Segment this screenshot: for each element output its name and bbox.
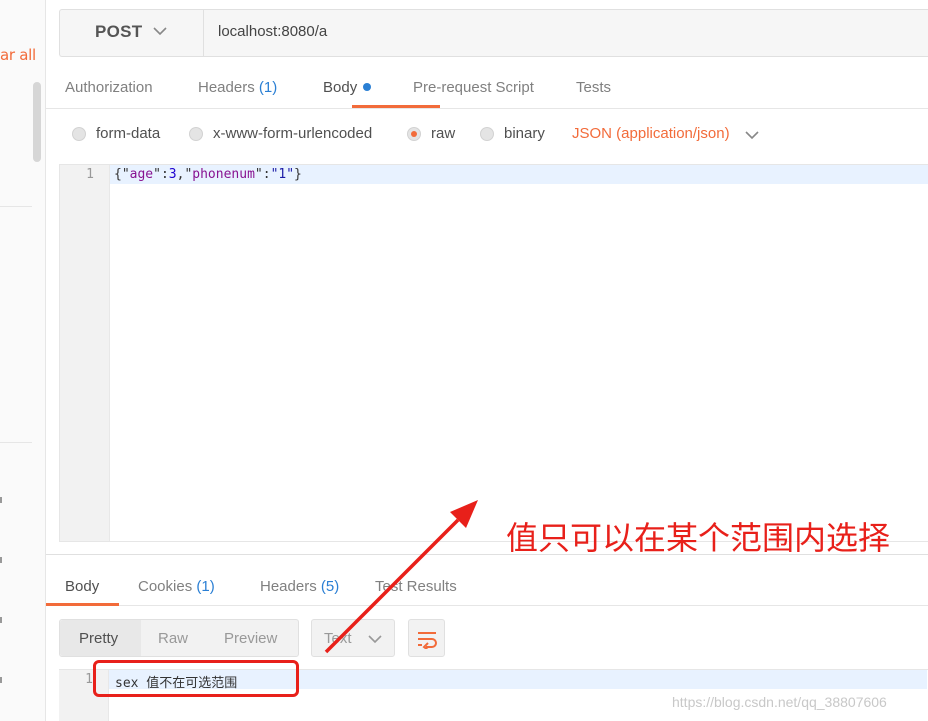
request-body-editor[interactable]: 1 {"age":3,"phonenum":"1"} <box>59 164 928 542</box>
format-pretty-button[interactable]: Pretty <box>79 630 118 647</box>
clear-all-link[interactable]: ar all <box>0 46 36 64</box>
editor-gutter: 1 <box>60 165 110 541</box>
tab-tests[interactable]: Tests <box>576 79 611 96</box>
view-type-label: Text <box>324 630 352 647</box>
url-input[interactable]: localhost:8080/a <box>218 23 327 40</box>
sidebar-history-item[interactable] <box>0 617 2 623</box>
view-type-select[interactable]: Text <box>311 619 395 657</box>
active-tab-indicator <box>352 105 440 108</box>
cookies-count: (1) <box>196 578 215 595</box>
body-modified-dot-icon <box>363 83 372 91</box>
body-type-selector: form-data x-www-form-urlencoded raw bina… <box>46 115 928 155</box>
request-url-bar: POST localhost:8080/a <box>59 9 928 57</box>
format-raw-button[interactable]: Raw <box>158 630 188 647</box>
tab-authorization[interactable]: Authorization <box>65 79 153 96</box>
content-type-select[interactable]: JSON (application/json) <box>572 125 730 142</box>
sidebar-history-item[interactable] <box>0 497 2 503</box>
wrap-icon <box>418 632 437 649</box>
line-number: 1 <box>86 167 94 182</box>
chevron-down-icon <box>153 27 167 36</box>
chevron-down-icon <box>368 635 382 644</box>
method-label: POST <box>95 22 143 41</box>
watermark: https://blog.csdn.net/qq_38807606 <box>672 694 887 710</box>
radio-circle-icon <box>72 126 86 141</box>
radio-circle-icon <box>189 126 203 141</box>
sidebar-history-item[interactable] <box>0 677 2 683</box>
wrap-lines-button[interactable] <box>408 619 445 657</box>
chevron-down-icon[interactable] <box>744 127 760 143</box>
line-number: 1 <box>85 672 93 687</box>
headers-count: (1) <box>258 79 278 96</box>
radio-circle-icon <box>480 126 494 141</box>
sidebar-history-item[interactable] <box>0 557 2 563</box>
resp-tab-headers[interactable]: Headers (5) <box>260 578 339 595</box>
format-preview-button[interactable]: Preview <box>224 630 277 647</box>
annotation-caption: 值只可以在某个范围内选择 <box>506 519 891 557</box>
request-tabs: Authorization Headers (1) Body Pre-reque… <box>46 66 928 109</box>
editor-code-line[interactable]: {"age":3,"phonenum":"1"} <box>114 167 302 182</box>
sidebar-divider <box>0 206 32 207</box>
method-select[interactable]: POST <box>60 10 204 56</box>
resp-tab-body[interactable]: Body <box>65 578 99 595</box>
sidebar-scrollbar[interactable] <box>33 82 41 162</box>
left-sidebar: ar all <box>0 0 46 721</box>
annotation-highlight-box <box>93 660 299 697</box>
format-button-group: Pretty Raw Preview <box>59 619 299 657</box>
response-tabs: Body Cookies (1) Headers (5) Test Result… <box>46 566 928 606</box>
tab-pre-request-script[interactable]: Pre-request Script <box>413 79 534 96</box>
tab-body[interactable]: Body <box>323 79 372 96</box>
tab-headers[interactable]: Headers (1) <box>198 79 277 96</box>
radio-checked-icon <box>407 126 421 141</box>
resp-tab-test-results[interactable]: Test Results <box>375 578 457 595</box>
radio-x-www-form-urlencoded[interactable]: x-www-form-urlencoded <box>189 125 372 142</box>
radio-form-data[interactable]: form-data <box>72 125 160 142</box>
radio-binary[interactable]: binary <box>480 125 545 142</box>
resp-tab-cookies[interactable]: Cookies (1) <box>138 578 215 595</box>
radio-raw[interactable]: raw <box>407 125 455 142</box>
resp-headers-count: (5) <box>320 578 340 595</box>
active-tab-indicator <box>46 603 119 606</box>
sidebar-divider <box>0 442 32 443</box>
